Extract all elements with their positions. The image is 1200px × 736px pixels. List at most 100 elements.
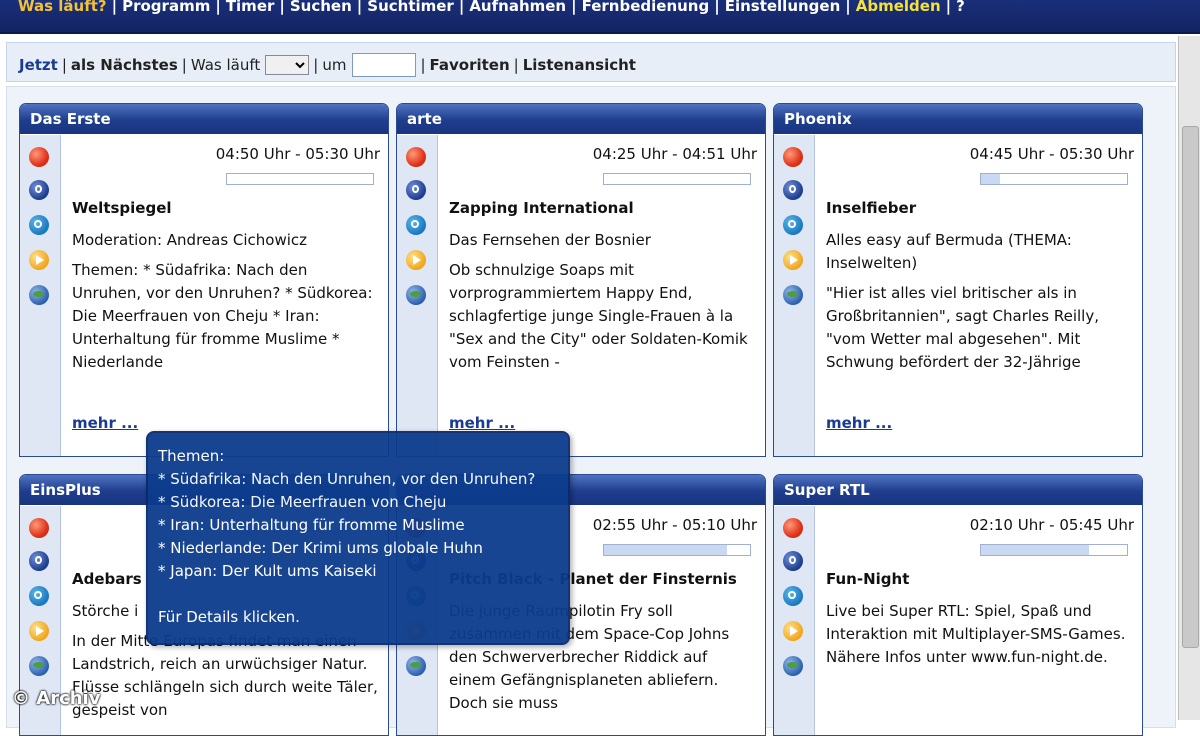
nav-search[interactable]: Suchen [290, 0, 352, 15]
tooltip-content: Themen: * Südafrika: Nach den Unruhen, v… [158, 445, 535, 629]
progress-fill [604, 545, 727, 555]
top-navigation: Was läuft? | Programm | Timer | Suchen | Suchtim… [0, 0, 1200, 34]
broadcast-time: 04:50 Uhr - 05:30 Uhr [215, 145, 380, 163]
channel-card: Das Erste 04:50 Uhr - 05:30 Uhr Weltspie… [19, 103, 389, 457]
web-icon[interactable] [29, 285, 49, 305]
nav-whats-on[interactable]: Was läuft? [18, 0, 107, 15]
progress-bar [226, 173, 374, 185]
channel-name: Das Erste [20, 104, 388, 134]
broadcast-time: 02:10 Uhr - 05:45 Uhr [969, 516, 1134, 534]
channel-name: arte [397, 104, 765, 134]
play-icon[interactable] [783, 250, 803, 270]
broadcast-title[interactable]: Inselfieber [826, 199, 916, 217]
search-icon[interactable] [29, 215, 49, 235]
nav-recordings[interactable]: Aufnahmen [469, 0, 566, 15]
time-slot-dropdown[interactable] [265, 55, 310, 75]
tooltip-footer: Für Details klicken. [158, 608, 300, 626]
vertical-scrollbar[interactable] [1178, 36, 1200, 720]
action-sidebar [397, 135, 438, 456]
broadcast-subtitle: Das Fernsehen der Bosnier [449, 231, 651, 249]
timer-icon[interactable] [406, 180, 426, 200]
web-icon[interactable] [406, 656, 426, 676]
progress-fill [981, 545, 1090, 555]
timer-icon[interactable] [29, 551, 49, 571]
broadcast-subtitle: Alles easy auf Bermuda (THEMA: Inselwelt… [826, 231, 1072, 272]
timer-icon[interactable] [29, 180, 49, 200]
web-icon[interactable] [406, 285, 426, 305]
broadcast-title[interactable]: Zapping International [449, 199, 634, 217]
more-link[interactable]: mehr ... [449, 414, 515, 432]
tooltip-line: * Südkorea: Die Meerfrauen von Cheju [158, 493, 447, 511]
broadcast-title[interactable]: Fun-Night [826, 570, 909, 588]
nav-timer[interactable]: Timer [226, 0, 275, 15]
record-icon[interactable] [29, 518, 49, 538]
broadcast-time: 04:25 Uhr - 04:51 Uhr [592, 145, 757, 163]
tooltip-line: * Japan: Der Kult ums Kaiseki [158, 562, 377, 580]
search-icon[interactable] [783, 586, 803, 606]
list-view-link[interactable]: Listenansicht [523, 56, 636, 74]
more-link[interactable]: mehr ... [72, 414, 138, 432]
broadcast-time: 02:55 Uhr - 05:10 Uhr [592, 516, 757, 534]
web-icon[interactable] [783, 285, 803, 305]
action-sidebar [774, 135, 815, 456]
broadcast-description: Themen: * Südafrika: Nach den Unruhen, v… [72, 261, 373, 371]
record-icon[interactable] [29, 147, 49, 167]
at-label: um [322, 56, 347, 74]
broadcast-info: 04:50 Uhr - 05:30 Uhr Weltspiegel Modera… [72, 135, 380, 456]
search-icon[interactable] [783, 215, 803, 235]
broadcast-subtitle: Moderation: Andreas Cichowicz [72, 231, 308, 249]
nav-remote-control[interactable]: Fernbedienung [582, 0, 710, 15]
channel-name: Super RTL [774, 475, 1142, 505]
record-icon[interactable] [406, 147, 426, 167]
search-icon[interactable] [29, 586, 49, 606]
tooltip-heading: Themen: [158, 447, 225, 465]
nav-settings[interactable]: Einstellungen [725, 0, 841, 15]
now-link[interactable]: Jetzt [19, 56, 58, 74]
broadcast-info: 04:25 Uhr - 04:51 Uhr Zapping Internatio… [449, 135, 757, 456]
nav-help[interactable]: ? [956, 0, 965, 15]
broadcast-title[interactable]: Adebars [72, 570, 142, 588]
broadcast-time: 04:45 Uhr - 05:30 Uhr [969, 145, 1134, 163]
broadcast-info: 02:10 Uhr - 05:45 Uhr Fun-Night Live bei… [826, 506, 1134, 735]
scrollbar-thumb[interactable] [1182, 126, 1199, 648]
tooltip-line: * Niederlande: Der Krimi ums globale Huh… [158, 539, 483, 557]
whats-on-label: Was läuft [190, 56, 261, 74]
play-icon[interactable] [783, 621, 803, 641]
more-link[interactable]: mehr ... [826, 414, 892, 432]
watermark: © Archiv [12, 688, 101, 709]
play-icon[interactable] [29, 621, 49, 641]
time-input[interactable] [352, 53, 417, 77]
timer-icon[interactable] [783, 551, 803, 571]
play-icon[interactable] [406, 250, 426, 270]
web-icon[interactable] [29, 656, 49, 676]
web-icon[interactable] [783, 656, 803, 676]
progress-bar [980, 544, 1128, 556]
progress-fill [981, 174, 1000, 184]
next-link[interactable]: als Nächstes [71, 56, 178, 74]
broadcast-subtitle: Live bei Super RTL: Spiel, Spaß und Inte… [826, 602, 1126, 666]
nav-search-timer[interactable]: Suchtimer [367, 0, 454, 15]
search-icon[interactable] [406, 215, 426, 235]
nav-logout[interactable]: Abmelden [856, 0, 941, 15]
favorites-link[interactable]: Favoriten [430, 56, 510, 74]
broadcast-title[interactable]: Weltspiegel [72, 199, 172, 217]
broadcast-description: "Hier ist alles viel britischer als in G… [826, 284, 1099, 371]
record-icon[interactable] [783, 518, 803, 538]
action-sidebar [774, 506, 815, 735]
action-sidebar [20, 135, 61, 456]
channel-card: Phoenix 04:45 Uhr - 05:30 Uhr Inselfiebe… [773, 103, 1143, 457]
progress-bar [980, 173, 1128, 185]
broadcast-info: 04:45 Uhr - 05:30 Uhr Inselfieber Alles … [826, 135, 1134, 456]
record-icon[interactable] [783, 147, 803, 167]
topics-tooltip[interactable]: Themen: * Südafrika: Nach den Unruhen, v… [146, 431, 570, 645]
play-icon[interactable] [29, 250, 49, 270]
top-navigation-items: Was läuft? | Programm | Timer | Suchen | Suchtim… [18, 0, 965, 15]
channel-card: Super RTL 02:10 Uhr - 05:45 Uhr Fun-Nigh… [773, 474, 1143, 736]
nav-program[interactable]: Programm [122, 0, 210, 15]
view-toolbar-row: Jetzt | als Nächstes | Was läuft | um | … [19, 53, 636, 77]
tooltip-line: * Iran: Unterhaltung für fromme Muslime [158, 516, 465, 534]
progress-bar [603, 173, 751, 185]
timer-icon[interactable] [783, 180, 803, 200]
channel-card: arte 04:25 Uhr - 04:51 Uhr Zapping Inter… [396, 103, 766, 457]
channel-name: Phoenix [774, 104, 1142, 134]
